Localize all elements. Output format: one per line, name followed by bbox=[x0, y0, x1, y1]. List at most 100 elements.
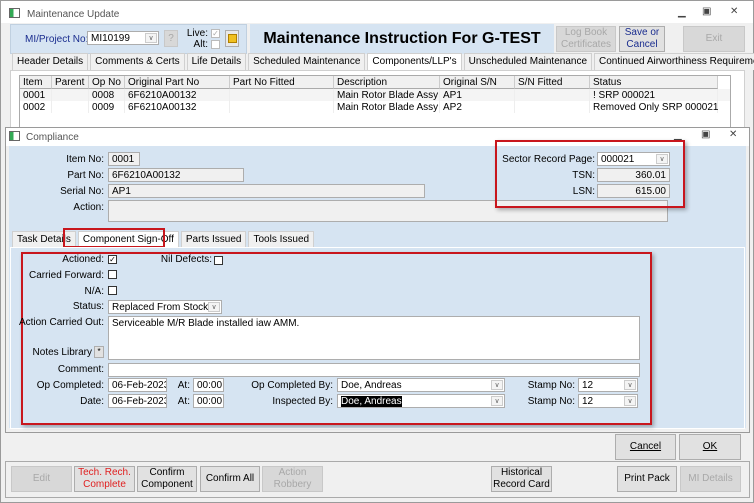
tab-components-llps[interactable]: Components/LLP's bbox=[367, 53, 462, 70]
carried-forward-label: Carried Forward: bbox=[28, 270, 104, 281]
table-cell bbox=[230, 89, 334, 101]
tech-rech-complete-button[interactable]: Tech. Rech. Complete bbox=[74, 466, 135, 492]
nil-defects-checkbox[interactable] bbox=[214, 256, 223, 265]
help-button[interactable]: ? bbox=[164, 30, 178, 47]
edit-button[interactable]: Edit bbox=[11, 466, 72, 492]
item-no-field: 0001 bbox=[108, 152, 140, 166]
action-carried-out-textarea[interactable]: Serviceable M/R Blade installed iaw AMM. bbox=[108, 316, 640, 360]
cancel-button[interactable]: Cancel bbox=[615, 434, 676, 460]
tab-tools-issued[interactable]: Tools Issued bbox=[248, 231, 315, 247]
actioned-checkbox[interactable]: ✓ bbox=[108, 255, 117, 264]
column-header[interactable]: Op No bbox=[89, 76, 125, 89]
inspection-time-field[interactable]: 00:00 bbox=[193, 394, 224, 408]
tab-scheduled-maintenance[interactable]: Scheduled Maintenance bbox=[248, 53, 366, 70]
column-header[interactable]: Original Part No bbox=[125, 76, 230, 89]
main-tabs: Header Details Comments & Certs Life Det… bbox=[12, 53, 754, 70]
close-icon[interactable]: ✕ bbox=[730, 6, 738, 17]
stamp-no-select-1[interactable]: 12 ∨ bbox=[578, 378, 638, 392]
table-cell bbox=[230, 101, 334, 113]
na-label: N/A: bbox=[84, 286, 104, 297]
window-title: Maintenance Update bbox=[27, 9, 120, 20]
table-cell: Removed Only SRP 000021 bbox=[590, 101, 718, 113]
compliance-maximize-icon[interactable]: ▣ bbox=[701, 129, 710, 140]
status-select[interactable]: Replaced From Stock ∨ bbox=[108, 300, 222, 314]
mi-details-button[interactable]: MI Details bbox=[680, 466, 741, 492]
tsn-field: 360.01 bbox=[597, 168, 670, 182]
highlight-tab-box bbox=[63, 228, 165, 248]
sector-record-page-select[interactable]: 000021 ∨ bbox=[597, 152, 670, 166]
table-cell bbox=[52, 89, 89, 101]
stamp-no-label: Stamp No: bbox=[527, 380, 575, 391]
op-completed-by-label: Op Completed By: bbox=[251, 380, 333, 391]
table-row[interactable]: 0001 0008 6F6210A00132 Main Rotor Blade Ass… bbox=[20, 89, 730, 101]
confirm-component-button[interactable]: Confirm Component bbox=[137, 466, 197, 492]
print-pack-button[interactable]: Print Pack bbox=[617, 466, 677, 492]
table-cell: 6F6210A00132 bbox=[125, 89, 230, 101]
comment-field[interactable] bbox=[108, 363, 640, 377]
tab-header-details[interactable]: Header Details bbox=[12, 53, 89, 70]
table-row[interactable]: 0002 0009 6F6210A00132 Main Rotor Blade Ass… bbox=[20, 101, 730, 113]
column-header[interactable]: Original S/N bbox=[440, 76, 515, 89]
table-cell bbox=[515, 101, 590, 113]
compliance-app-icon bbox=[9, 131, 20, 141]
inspection-date-field[interactable]: 06-Feb-2023 bbox=[108, 394, 167, 408]
tab-unscheduled-maintenance[interactable]: Unscheduled Maintenance bbox=[463, 53, 593, 70]
tab-life-details[interactable]: Life Details bbox=[186, 53, 247, 70]
op-completed-by-select[interactable]: Doe, Andreas ∨ bbox=[337, 378, 505, 392]
column-header[interactable]: Item bbox=[20, 76, 52, 89]
action-robbery-button[interactable]: Action Robbery bbox=[262, 466, 323, 492]
comment-label: Comment: bbox=[57, 364, 104, 375]
exit-button[interactable]: Exit bbox=[683, 26, 745, 52]
notes-library-button[interactable]: * bbox=[94, 346, 104, 358]
mi-project-select[interactable]: MI10199 ∨ bbox=[87, 31, 159, 45]
logbook-certificates-button[interactable]: Log Book Certificates bbox=[556, 26, 616, 52]
column-header[interactable]: S/N Fitted bbox=[515, 76, 590, 89]
tab-continued-airworthiness[interactable]: Continued Airworthiness Requirements bbox=[594, 53, 754, 70]
grid-header: Item Parent Op No Original Part No Part No F… bbox=[20, 76, 730, 89]
action-carried-out-label: Action Carried Out: bbox=[18, 317, 104, 328]
historical-record-card-button[interactable]: Historical Record Card bbox=[491, 466, 552, 492]
table-cell: 0001 bbox=[20, 89, 52, 101]
column-header[interactable]: Status bbox=[590, 76, 718, 89]
tab-parts-issued[interactable]: Parts Issued bbox=[180, 231, 247, 247]
compliance-title: Compliance bbox=[26, 132, 79, 143]
mi-label: MI/Project No: bbox=[25, 34, 89, 45]
table-cell: AP1 bbox=[440, 89, 515, 101]
op-completed-time-field[interactable]: 00:00 bbox=[193, 378, 224, 392]
notes-button[interactable] bbox=[225, 30, 239, 47]
serial-no-label: Serial No: bbox=[60, 186, 104, 197]
op-completed-date-field[interactable]: 06-Feb-2023 bbox=[108, 378, 167, 392]
table-cell bbox=[515, 89, 590, 101]
inspected-by-select[interactable]: Doe, Andreas ∨ bbox=[337, 394, 505, 408]
compliance-close-icon[interactable]: ✕ bbox=[729, 129, 737, 140]
date-label: Date: bbox=[80, 396, 104, 407]
table-cell: 0009 bbox=[89, 101, 125, 113]
save-cancel-button[interactable]: Save or Cancel bbox=[619, 26, 665, 52]
item-no-label: Item No: bbox=[66, 154, 104, 165]
actioned-label: Actioned: bbox=[62, 254, 104, 265]
minimize-icon[interactable]: ▁ bbox=[678, 7, 686, 18]
title-bar: Maintenance Update bbox=[1, 1, 753, 23]
column-header[interactable]: Parent bbox=[52, 76, 89, 89]
note-icon bbox=[227, 34, 237, 43]
status-label: Status: bbox=[72, 301, 104, 312]
tab-comments-certs[interactable]: Comments & Certs bbox=[90, 53, 185, 70]
alt-label: Alt: bbox=[193, 39, 208, 50]
inspection-at-label: At: bbox=[177, 396, 190, 407]
live-checkbox[interactable]: ✓ bbox=[211, 29, 220, 38]
carried-forward-checkbox[interactable] bbox=[108, 270, 117, 279]
column-header[interactable]: Description bbox=[334, 76, 440, 89]
lsn-field: 615.00 bbox=[597, 184, 670, 198]
serial-no-field: AP1 bbox=[108, 184, 425, 198]
op-completed-label: Op Completed: bbox=[36, 380, 104, 391]
stamp-no-select-2[interactable]: 12 ∨ bbox=[578, 394, 638, 408]
alt-checkbox[interactable] bbox=[211, 40, 220, 49]
na-checkbox[interactable] bbox=[108, 286, 117, 295]
column-header[interactable]: Part No Fitted bbox=[230, 76, 334, 89]
table-cell: 0008 bbox=[89, 89, 125, 101]
lsn-label: LSN: bbox=[572, 186, 595, 197]
notes-library-label: Notes Library bbox=[32, 347, 92, 358]
confirm-all-button[interactable]: Confirm All bbox=[200, 466, 260, 492]
ok-button[interactable]: OK bbox=[679, 434, 741, 460]
maximize-icon[interactable]: ▣ bbox=[702, 6, 711, 17]
